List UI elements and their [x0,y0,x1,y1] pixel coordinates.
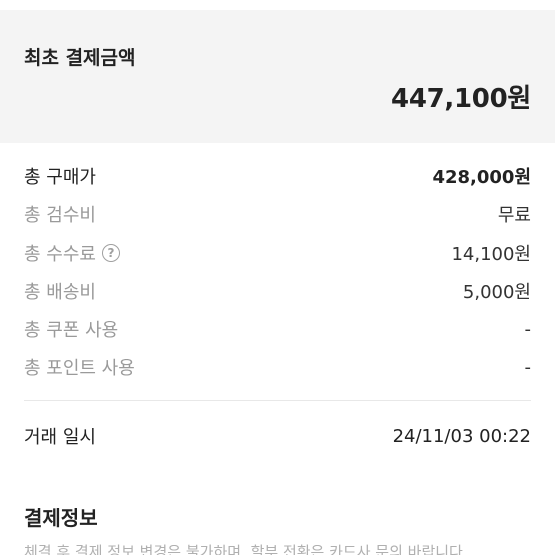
divider [24,400,531,401]
row-value: - [524,356,532,378]
row-label: 거래 일시 [24,427,96,448]
row-commission: 총 수수료 ? 14,100원 [24,240,531,266]
payment-info-title: 결제정보 [24,506,98,530]
row-point-usage: 총 포인트 사용 - [24,354,531,380]
row-coupon-usage: 총 쿠폰 사용 - [24,316,531,342]
row-value: 무료 [497,205,531,226]
row-label: 총 쿠폰 사용 [24,320,119,341]
row-label: 총 포인트 사용 [24,358,135,379]
row-total-purchase: 총 구매가 428,000원 [24,163,531,189]
row-value: 24/11/03 00:22 [392,425,531,447]
row-value: 428,000원 [432,167,531,188]
row-shipping-fee: 총 배송비 5,000원 [24,278,531,304]
row-label: 총 구매가 [24,167,96,188]
row-inspection-fee: 총 검수비 무료 [24,201,531,227]
row-label: 총 수수료 [24,244,96,265]
row-value: 5,000원 [462,282,531,303]
row-label: 총 검수비 [24,205,96,226]
section-gap [0,470,555,478]
initial-payment-summary [0,10,555,143]
payment-info-note: 체결 후 결제 정보 변경은 불가하며, 할부 전환은 카드사 문의 바랍니다. [24,543,468,555]
row-label: 총 배송비 [24,282,96,303]
summary-amount: 447,100원 [391,84,531,114]
row-value: - [524,318,532,340]
question-circle-icon[interactable]: ? [101,244,120,262]
row-value: 14,100원 [451,244,531,265]
top-spacer [0,0,555,10]
summary-title: 최초 결제금액 [24,47,136,69]
row-transaction-date: 거래 일시 24/11/03 00:22 [24,423,531,449]
